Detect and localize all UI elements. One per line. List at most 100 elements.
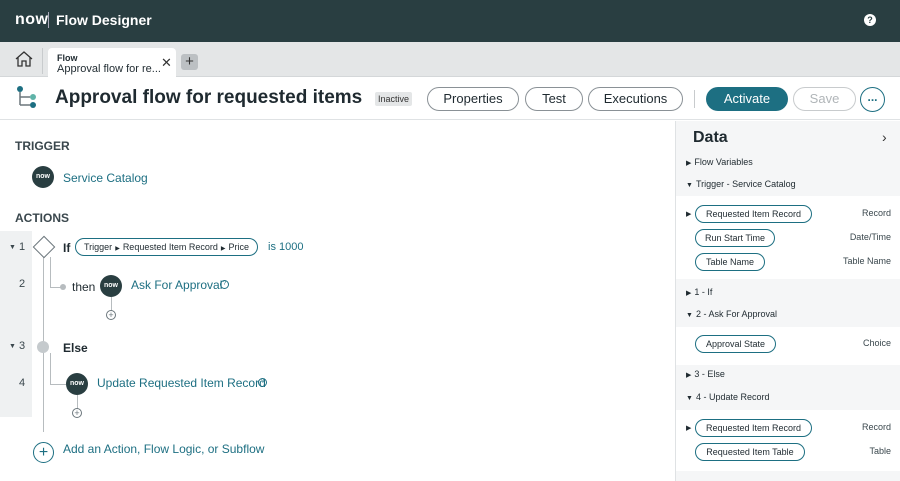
pill-table-name[interactable]: Table Name [695, 253, 765, 271]
tab-type: Flow [57, 53, 78, 63]
group-if[interactable]: ▶ 1 - If [676, 282, 900, 302]
add-tab-button[interactable]: + [181, 54, 198, 70]
expand-icon: ▶ [686, 290, 692, 297]
step-4-connector [77, 395, 78, 409]
cond-record: Requested Item Record [122, 242, 218, 252]
step-number-3: 3 [19, 340, 26, 352]
step-2-connector [111, 297, 112, 311]
step-number-1: 1 [19, 241, 26, 253]
type-table-name: Table Name [842, 256, 891, 266]
group-trigger[interactable]: ▼ Trigger - Service Catalog [676, 174, 900, 194]
header-divider [694, 90, 695, 108]
tab-name: Approval flow for re... [57, 63, 161, 75]
group-label: 1 - If [694, 287, 713, 297]
collapse-step-1-icon[interactable]: ▼ [9, 244, 16, 251]
branch-dot [60, 284, 66, 290]
if-logic-icon [32, 235, 56, 259]
collapse-icon: ▼ [686, 395, 693, 402]
panel-title: Data [693, 129, 728, 146]
add-action-icon[interactable]: + [33, 442, 54, 463]
collapse-icon: ▼ [686, 312, 693, 319]
step-gutter [0, 231, 32, 417]
info-icon[interactable]: ? [220, 280, 229, 289]
now-badge-step-2: now [100, 275, 122, 297]
group-label: 4 - Update Record [695, 392, 770, 402]
step-update-record[interactable]: Update Requested Item Record [97, 376, 266, 390]
cond-field: Price [228, 242, 250, 252]
top-bar: now Flow Designer ? [0, 0, 900, 42]
cond-arrow-icon: ▶ [115, 246, 120, 252]
collapse-panel-icon[interactable]: › [882, 129, 887, 145]
flow-header: Approval flow for requested items Inacti… [0, 77, 900, 120]
cond-trigger: Trigger [84, 242, 113, 252]
group-flow-variables[interactable]: ▶ Flow Variables [676, 152, 900, 172]
flow-title: Approval flow for requested items [55, 87, 363, 108]
add-step-icon[interactable]: + [72, 408, 82, 418]
type-datetime: Date/Time [849, 232, 891, 242]
type-table: Table [869, 446, 891, 456]
type-choice: Choice [862, 338, 891, 348]
else-keyword: Else [63, 341, 88, 355]
expand-icon: ▶ [686, 160, 692, 167]
step-ask-for-approval[interactable]: Ask For Approval [131, 278, 222, 292]
flow-canvas: TRIGGER now Service Catalog ACTIONS ▼ 1 … [0, 121, 675, 481]
pill-requested-item-record[interactable]: Requested Item Record [695, 205, 812, 223]
expand-icon[interactable]: ▶ [686, 210, 691, 218]
executions-button[interactable]: Executions [588, 87, 683, 111]
group-label: 2 - Ask For Approval [695, 309, 777, 319]
save-button[interactable]: Save [793, 87, 856, 111]
actions-section-label: ACTIONS [15, 211, 69, 225]
else-logic-icon [37, 341, 49, 353]
data-panel: Data › ▶ Flow Variables ▼ Trigger - Servic… [675, 121, 900, 481]
now-badge-trigger: now [32, 166, 54, 188]
pill-requested-item-record-2[interactable]: Requested Item Record [695, 419, 812, 437]
type-record: Record [861, 208, 891, 218]
pill-requested-item-table[interactable]: Requested Item Table [695, 443, 805, 461]
pill-approval-state[interactable]: Approval State [695, 335, 776, 353]
group-else[interactable]: ▶ 3 - Else [676, 364, 900, 384]
now-badge-step-4: now [66, 373, 88, 395]
else-branch-line [50, 353, 51, 384]
close-tab-icon[interactable]: ✕ [161, 55, 172, 71]
expand-icon[interactable]: ▶ [686, 424, 691, 432]
group-label: 3 - Else [694, 369, 725, 379]
group-approval[interactable]: ▼ 2 - Ask For Approval [676, 304, 900, 324]
approval-items-box: Approval State Choice [676, 327, 900, 365]
status-badge: Inactive [375, 92, 413, 106]
expand-icon: ▶ [686, 372, 692, 379]
pill-run-start-time[interactable]: Run Start Time [695, 229, 775, 247]
type-record: Record [861, 422, 891, 432]
then-branch-line [50, 257, 51, 287]
info-icon[interactable]: ? [258, 378, 267, 387]
if-keyword: If [63, 241, 71, 255]
group-update[interactable]: ▼ 4 - Update Record [676, 387, 900, 407]
tab-bar: Flow Approval flow for re... ✕ + [0, 42, 900, 78]
more-options-button[interactable]: ... [860, 87, 885, 112]
group-label: Flow Variables [694, 157, 753, 167]
trigger-service-catalog[interactable]: Service Catalog [63, 171, 148, 185]
cond-arrow-icon: ▶ [220, 246, 226, 252]
condition-pill[interactable]: Trigger ▶ Requested Item Record ▶ Price [75, 238, 259, 256]
logo-divider [48, 12, 49, 28]
home-icon[interactable] [15, 51, 33, 67]
home-divider [42, 48, 43, 74]
group-label: Trigger - Service Catalog [695, 179, 796, 189]
activate-button[interactable]: Activate [706, 87, 788, 111]
trigger-section-label: TRIGGER [15, 139, 70, 153]
tab-flow[interactable]: Flow Approval flow for re... ✕ [48, 48, 176, 78]
servicenow-logo[interactable]: now [15, 11, 49, 29]
collapse-icon: ▼ [686, 182, 693, 189]
then-keyword: then [72, 280, 96, 294]
update-items-box: ▶ Requested Item Record Record Requested… [676, 410, 900, 471]
properties-button[interactable]: Properties [427, 87, 519, 111]
step-number-4: 4 [19, 377, 26, 389]
step-number-2: 2 [19, 278, 26, 290]
test-button[interactable]: Test [525, 87, 583, 111]
condition-operator[interactable]: is 1000 [268, 241, 303, 253]
trigger-items-box: ▶ Requested Item Record Record Run Start… [676, 196, 900, 279]
add-action-link[interactable]: Add an Action, Flow Logic, or Subflow [63, 442, 264, 456]
else-branch-hline [50, 384, 66, 385]
help-icon[interactable]: ? [864, 14, 876, 26]
collapse-step-3-icon[interactable]: ▼ [9, 343, 16, 350]
add-step-icon[interactable]: + [106, 310, 116, 320]
